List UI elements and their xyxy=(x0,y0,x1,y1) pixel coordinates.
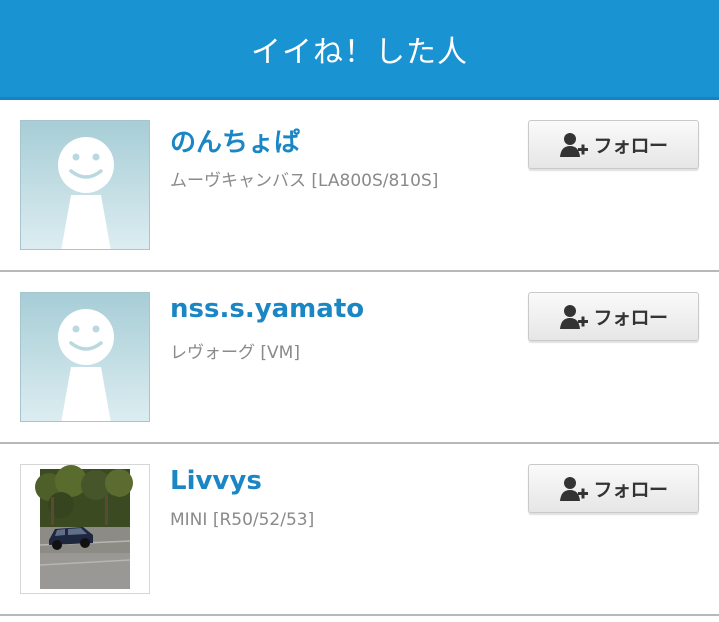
follow-button[interactable]: フォロー xyxy=(528,120,699,169)
default-avatar-icon[interactable] xyxy=(20,292,150,422)
follow-button[interactable]: フォロー xyxy=(528,292,699,341)
list-item: のんちょぱ ムーヴキャンバス [LA800S/810S] フォロー xyxy=(0,100,719,272)
user-car-model: レヴォーグ [VM] xyxy=(170,343,300,363)
list-item: Livvys MINI [R50/52/53] フォロー xyxy=(0,444,719,616)
user-name-link[interactable]: nss.s.yamato xyxy=(170,294,364,324)
follow-button[interactable]: フォロー xyxy=(528,464,699,513)
user-name-link[interactable]: Livvys xyxy=(170,466,262,496)
follow-button-label: フォロー xyxy=(593,135,668,157)
add-user-icon xyxy=(559,475,589,503)
page-title: イイね！した人 xyxy=(251,34,468,70)
list-item: nss.s.yamato レヴォーグ [VM] フォロー xyxy=(0,272,719,444)
user-list: のんちょぱ ムーヴキャンバス [LA800S/810S] フォロー nss.s.… xyxy=(0,100,719,616)
app-header: イイね！した人 xyxy=(0,0,719,100)
user-car-model: MINI [R50/52/53] xyxy=(170,510,315,530)
follow-button-label: フォロー xyxy=(593,307,668,329)
add-user-icon xyxy=(559,131,589,159)
follow-button-label: フォロー xyxy=(593,479,668,501)
default-avatar-icon[interactable] xyxy=(20,120,150,250)
user-car-model: ムーヴキャンバス [LA800S/810S] xyxy=(170,171,439,191)
user-name-link[interactable]: のんちょぱ xyxy=(170,122,300,159)
car-photo[interactable] xyxy=(20,464,150,594)
add-user-icon xyxy=(559,303,589,331)
